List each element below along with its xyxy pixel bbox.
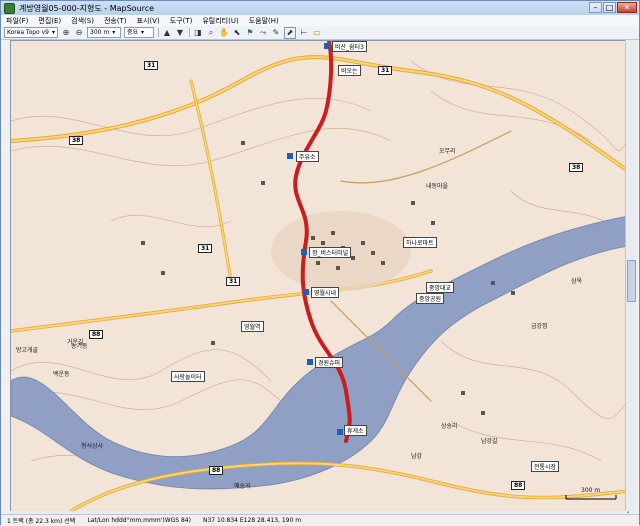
place-label: 예송곡: [234, 483, 251, 490]
place-label: 상송리: [441, 423, 458, 430]
waypoint-label[interactable]: 정_버스터미널: [309, 247, 352, 258]
chevron-down-icon: ▾: [112, 29, 116, 36]
menu-edit[interactable]: 편집(E): [33, 16, 66, 26]
place-label: 백운동: [53, 371, 70, 378]
vertical-scrollbar[interactable]: [625, 40, 636, 511]
place-label: 방고개골: [16, 347, 39, 354]
map-product-value: Korea Topo v9: [7, 29, 49, 36]
waypoint-label[interactable]: 중앙대교: [426, 282, 455, 293]
place-label: 거운길: [67, 339, 84, 346]
close-button[interactable]: ✕: [617, 2, 637, 13]
waypoint-label[interactable]: 전통시장: [531, 461, 560, 472]
menu-utilities[interactable]: 유틸리티(U): [197, 16, 243, 26]
route-info: 1 트랙 (총 22.3 km) 선택: [7, 518, 76, 525]
pointer-tool-icon[interactable]: ⬈: [284, 26, 296, 39]
place-label: 남강: [411, 453, 423, 460]
zoom-tool-icon[interactable]: ⌕: [206, 28, 216, 38]
route-shield: 31: [378, 66, 393, 75]
menu-help[interactable]: 도움말(H): [244, 16, 284, 26]
scrollbar-thumb[interactable]: [627, 260, 636, 302]
menu-transfer[interactable]: 전송(T): [99, 16, 132, 26]
chevron-down-icon: ▾: [141, 29, 145, 36]
route-shield: 31: [226, 277, 241, 286]
route-shield: 88: [511, 481, 526, 490]
waypoint-label[interactable]: 중앙공원: [416, 293, 445, 304]
map-view[interactable]: 31 38 31 31 38 88 88 88 31 비산_쉼터3 비오는 주유…: [10, 40, 629, 513]
waypoint-label[interactable]: 비오는: [338, 65, 361, 76]
mapsource-window: 계방영월05-000-지형도 - MapSource – □ ✕ 파일(F) 편…: [0, 0, 640, 526]
chevron-down-icon: ▾: [52, 29, 56, 36]
route-tool-icon[interactable]: ⤳: [258, 28, 268, 38]
route-shield: 38: [569, 163, 584, 172]
route-shield: 31: [198, 244, 213, 253]
waypoint-label[interactable]: 경원슈퍼: [315, 357, 344, 368]
route-shield: 38: [69, 136, 84, 145]
topographic-map-canvas[interactable]: [11, 41, 628, 512]
detail-select[interactable]: 중요 ▾: [124, 27, 154, 38]
menu-search[interactable]: 검색(S): [66, 16, 99, 26]
toolbar-separator: [189, 28, 190, 37]
selection-tool-icon[interactable]: ⬉: [232, 28, 242, 38]
place-label: 오무리: [439, 148, 456, 155]
waypoint-tool-icon[interactable]: ⚑: [245, 28, 255, 38]
map-product-select[interactable]: Korea Topo v9 ▾: [4, 27, 58, 38]
position-format: Lat/Lon hddd°mm.mmm'(WGS 84): [87, 517, 191, 524]
window-title: 계방영월05-000-지형도 - MapSource: [19, 3, 155, 13]
toolbar: Korea Topo v9 ▾ ⊕ ⊖ 300 m ▾ 중요 ▾ ▲ ▼ ◨ ⌕…: [1, 26, 639, 40]
route-shield: 31: [144, 61, 159, 70]
title-bar[interactable]: 계방영월05-000-지형도 - MapSource – □ ✕: [1, 1, 639, 15]
waypoint-label[interactable]: 주유소: [296, 151, 319, 162]
track-tool-icon[interactable]: ✎: [271, 28, 281, 38]
measure-tool-icon[interactable]: ⊢: [299, 28, 309, 38]
cursor-coordinates: N37 10.834 E128 28.413, 190 m: [202, 517, 302, 524]
waypoint-label[interactable]: 비산_쉼터3: [332, 41, 367, 52]
map-tool-icon[interactable]: ◨: [193, 28, 203, 38]
zoom-out-icon[interactable]: ⊖: [74, 28, 84, 38]
route-shield: 88: [89, 330, 104, 339]
menu-bar: 파일(F) 편집(E) 검색(S) 전송(T) 표시(V) 도구(T) 유틸리티…: [1, 15, 639, 26]
status-bar: 1 트랙 (총 22.3 km) 선택 Lat/Lon hddd°mm.mmm'…: [1, 514, 639, 526]
hand-tool-icon[interactable]: ✋: [219, 28, 229, 38]
zoom-level-value: 300 m: [90, 29, 110, 36]
waypoint-label[interactable]: 영월시내: [311, 287, 340, 298]
place-label: 남강길: [481, 438, 498, 445]
scale-label: 300 m: [581, 487, 601, 494]
zoom-level-select[interactable]: 300 m ▾: [87, 27, 121, 38]
receive-from-device-icon[interactable]: ▲: [162, 28, 172, 38]
menu-tools[interactable]: 도구(T): [165, 16, 198, 26]
place-label: 청석상사: [81, 443, 104, 450]
waypoint-label[interactable]: 하나로마트: [403, 237, 437, 248]
waypoint-label[interactable]: 영월역: [241, 321, 264, 332]
toolbar-separator: [158, 28, 159, 37]
place-label: 삼옥: [571, 278, 583, 285]
zoom-in-icon[interactable]: ⊕: [61, 28, 71, 38]
place-label: 금강정: [531, 323, 548, 330]
detail-value: 중요: [127, 29, 139, 36]
place-label: 내동마을: [426, 183, 449, 190]
waypoint-label[interactable]: 사랑놀이터: [171, 371, 205, 382]
maximize-button[interactable]: □: [603, 2, 616, 13]
menu-view[interactable]: 표시(V): [132, 16, 165, 26]
mapsource-app-icon: [4, 2, 15, 14]
minimize-button[interactable]: –: [589, 2, 602, 13]
distance-tool-icon[interactable]: ▭: [312, 28, 322, 38]
route-shield: 88: [209, 466, 224, 475]
send-to-device-icon[interactable]: ▼: [175, 28, 185, 38]
menu-file[interactable]: 파일(F): [1, 16, 33, 26]
window-controls: – □ ✕: [589, 2, 637, 13]
waypoint-label[interactable]: 휴게소: [344, 425, 367, 436]
